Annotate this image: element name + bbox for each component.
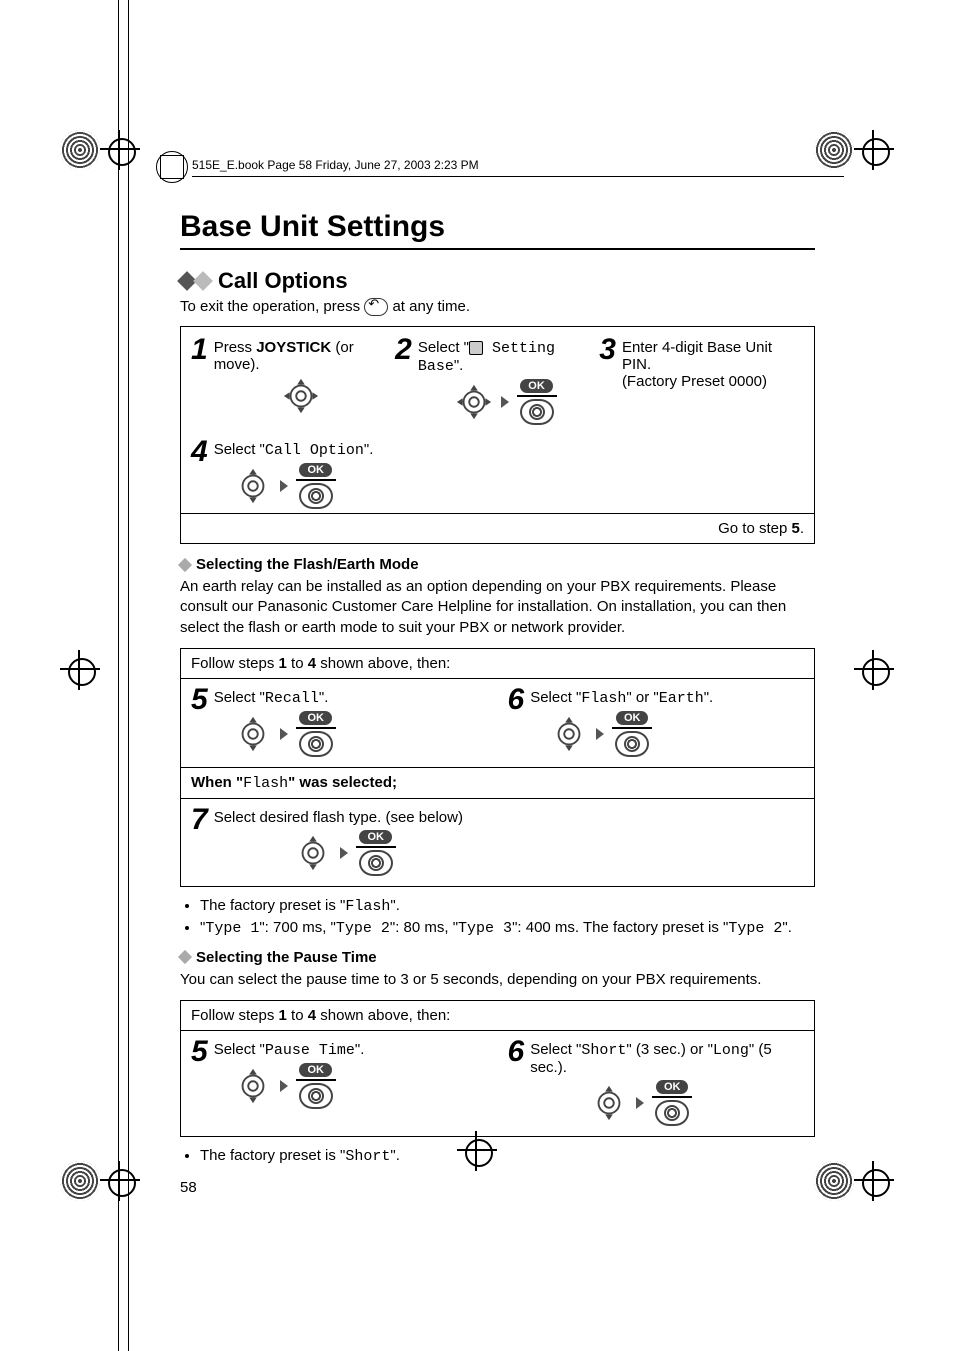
crosshair-icon	[100, 130, 140, 170]
arrow-right-icon	[636, 1097, 644, 1109]
steps-box-flash: Follow steps 1 to 4 shown above, then: 5…	[180, 648, 815, 887]
book-icon	[160, 155, 184, 179]
flash-body: An earth relay can be installed as an op…	[180, 577, 815, 638]
ok-button-icon: OK	[652, 1080, 692, 1126]
page-content: Base Unit Settings Call Options To exit …	[180, 210, 815, 1196]
joystick-up-down-icon	[550, 715, 588, 753]
step-6-flash: 6 Select "Flash" or "Earth". OK	[498, 679, 815, 767]
step-7: 7 Select desired flash type. (see below)…	[181, 799, 814, 886]
crosshair-icon	[854, 130, 894, 170]
ok-button-icon: OK	[296, 1063, 336, 1109]
joystick-up-down-icon	[294, 834, 332, 872]
list-item: The factory preset is "Flash".	[200, 897, 815, 915]
registration-mark-icon	[814, 1161, 854, 1201]
joystick-up-down-icon	[234, 715, 272, 753]
step-number: 6	[508, 685, 525, 715]
registration-mark-icon	[60, 1161, 100, 1201]
section-heading: Call Options	[180, 268, 815, 294]
joystick-icon	[282, 377, 320, 415]
pause-body: You can select the pause time to 3 or 5 …	[180, 970, 815, 990]
arrow-right-icon	[501, 396, 509, 408]
eye-icon	[299, 1083, 333, 1109]
step-1: 1 Press JOYSTICK (or move).	[191, 335, 395, 429]
crosshair-icon	[854, 1161, 894, 1201]
steps-box-top: 1 Press JOYSTICK (or move). 2 Select " S…	[180, 326, 815, 544]
ok-button-icon: OK	[296, 463, 336, 509]
document-tag: 515E_E.book Page 58 Friday, June 27, 200…	[160, 155, 844, 179]
subheading-pause: Selecting the Pause Time	[180, 949, 815, 966]
joystick-icon	[455, 383, 493, 421]
page-title: Base Unit Settings	[180, 210, 815, 244]
eye-icon	[520, 399, 554, 425]
steps-box-pause: Follow steps 1 to 4 shown above, then: 5…	[180, 1000, 815, 1137]
joystick-up-down-icon	[234, 467, 272, 505]
binding-line	[118, 0, 119, 1351]
registration-mark-icon	[60, 130, 100, 170]
arrow-right-icon	[280, 480, 288, 492]
crosshair-icon	[854, 650, 894, 690]
step-4: 4 Select "Call Option". OK	[191, 437, 559, 513]
step-number: 1	[191, 335, 208, 365]
subheading-flash: Selecting the Flash/Earth Mode	[180, 556, 815, 573]
step-5-pause: 5 Select "Pause Time". OK	[181, 1031, 498, 1136]
step-number: 5	[191, 1037, 208, 1067]
crosshair-icon	[60, 650, 100, 690]
page-number: 58	[180, 1179, 815, 1196]
pause-notes: The factory preset is "Short".	[180, 1147, 815, 1165]
diamond-bullets-icon	[180, 274, 212, 288]
step-number: 4	[191, 437, 208, 467]
document-tag-text: 515E_E.book Page 58 Friday, June 27, 200…	[192, 158, 844, 177]
eye-icon	[299, 483, 333, 509]
step-number: 7	[191, 805, 208, 835]
softkey-icon	[364, 298, 388, 316]
go-to-step: Go to step 5.	[181, 513, 814, 543]
flash-notes: The factory preset is "Flash". "Type 1":…	[180, 897, 815, 937]
step-2: 2 Select " Setting Base". OK	[395, 335, 599, 429]
list-item: "Type 1": 700 ms, "Type 2": 80 ms, "Type…	[200, 919, 815, 937]
follow-steps: Follow steps 1 to 4 shown above, then:	[181, 1001, 814, 1031]
section-heading-text: Call Options	[218, 268, 348, 294]
ok-button-icon: OK	[517, 379, 557, 425]
eye-icon	[299, 731, 333, 757]
binding-line	[128, 0, 129, 1351]
step-number: 6	[508, 1037, 525, 1067]
arrow-right-icon	[340, 847, 348, 859]
exit-instruction: To exit the operation, press at any time…	[180, 298, 815, 316]
step-number: 5	[191, 685, 208, 715]
arrow-right-icon	[280, 728, 288, 740]
settings-icon	[469, 341, 483, 355]
ok-button-icon: OK	[356, 830, 396, 876]
manual-page: 515E_E.book Page 58 Friday, June 27, 200…	[0, 0, 954, 1351]
diamond-icon	[178, 950, 192, 964]
step-6-pause: 6 Select "Short" (3 sec.) or "Long" (5 s…	[498, 1031, 815, 1136]
crosshair-icon	[100, 1161, 140, 1201]
step-5-flash: 5 Select "Recall". OK	[181, 679, 498, 767]
eye-icon	[655, 1100, 689, 1126]
eye-icon	[359, 850, 393, 876]
follow-steps: Follow steps 1 to 4 shown above, then:	[181, 649, 814, 679]
diamond-icon	[178, 557, 192, 571]
joystick-up-down-icon	[234, 1067, 272, 1105]
when-flash-bar: When "Flash" was selected;	[181, 767, 814, 799]
arrow-right-icon	[596, 728, 604, 740]
step-number: 3	[599, 335, 616, 365]
list-item: The factory preset is "Short".	[200, 1147, 815, 1165]
ok-button-icon: OK	[612, 711, 652, 757]
title-rule	[180, 248, 815, 250]
ok-button-icon: OK	[296, 711, 336, 757]
step-3: 3 Enter 4-digit Base Unit PIN. (Factory …	[599, 335, 803, 429]
step-number: 2	[395, 335, 412, 365]
joystick-up-down-icon	[590, 1084, 628, 1122]
arrow-right-icon	[280, 1080, 288, 1092]
eye-icon	[615, 731, 649, 757]
